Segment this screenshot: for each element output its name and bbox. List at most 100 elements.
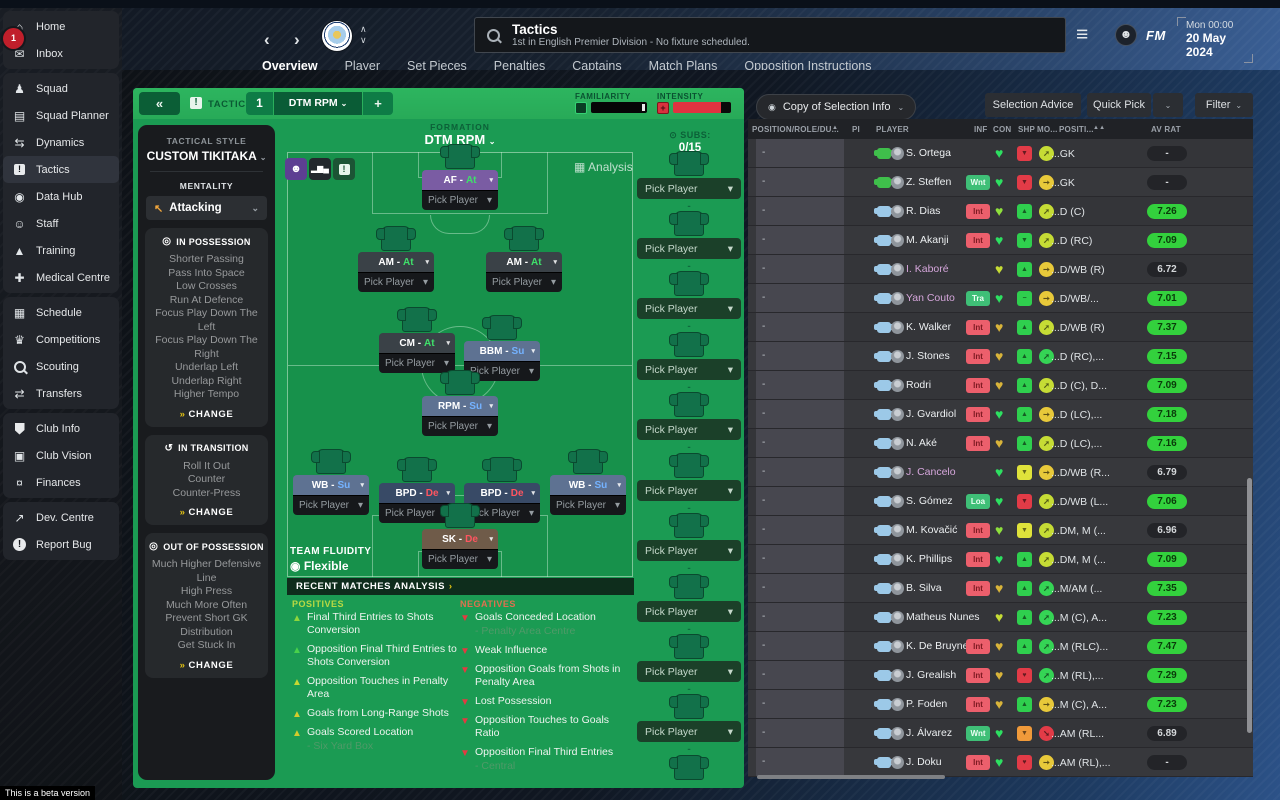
pick-player-dropdown[interactable]: Pick Player ▾: [422, 549, 498, 569]
role-chip-af-at[interactable]: AF - At ▾: [422, 170, 498, 190]
sub-pick-player-dropdown[interactable]: Pick Player ▾: [637, 178, 741, 199]
player-row-j-lvarez[interactable]: - J. Álvarez Wnt ♥ ▼ ➘ ...AM (RL... 6.89: [748, 719, 1253, 748]
tactic-preset-dropdown[interactable]: DTM RPM ⌄: [274, 92, 362, 115]
player-row-yan-couto[interactable]: - Yan Couto Tra ♥ − ➙ ...D/WB/... 7.01: [748, 284, 1253, 313]
filter-button[interactable]: Filter ⌄: [1195, 93, 1253, 117]
player-row-i-kabor[interactable]: - I. Kaboré ♥ ▲ ➙ ...D/WB (R) 6.72: [748, 255, 1253, 284]
inbox-notification-badge[interactable]: 1: [3, 28, 24, 49]
pick-player-dropdown[interactable]: Pick Player ▾: [422, 190, 498, 210]
add-tactic-button[interactable]: +: [363, 92, 393, 115]
column-header-pi[interactable]: PI: [852, 125, 860, 134]
role-chip-wb-su[interactable]: WB - Su ▾: [293, 475, 369, 495]
role-chip-bpd-de[interactable]: BPD - De ▾: [464, 483, 540, 503]
date-display[interactable]: Mon 00:00 20 May 2024: [1177, 17, 1253, 63]
pick-player-dropdown[interactable]: Pick Player ▾: [422, 416, 498, 436]
menu-icon[interactable]: ≡: [1076, 23, 1088, 47]
role-chip-bbm-su[interactable]: BBM - Su ▾: [464, 341, 540, 361]
player-row-j-grealish[interactable]: - J. Grealish Int ♥ ♥ ➚ ...M (RL),... 7.29: [748, 661, 1253, 690]
sidebar-item-data-hub[interactable]: ◉ Data Hub: [3, 183, 119, 210]
pick-player-dropdown[interactable]: Pick Player ▾: [486, 272, 562, 292]
quick-pick-button[interactable]: Quick Pick: [1087, 93, 1151, 117]
role-chip-am-at[interactable]: AM - At ▾: [358, 252, 434, 272]
player-row-z-steffen[interactable]: - Z. Steffen Wnt ♥ ▼ ➙ ...GK -: [748, 168, 1253, 197]
column-header-inf[interactable]: INF: [974, 125, 988, 134]
sub-pick-player-dropdown[interactable]: Pick Player ▾: [637, 661, 741, 682]
pick-player-dropdown[interactable]: Pick Player ▾: [379, 353, 455, 373]
sub-pick-player-dropdown[interactable]: Pick Player ▾: [637, 721, 741, 742]
sub-pick-player-dropdown[interactable]: Pick Player ▾: [637, 359, 741, 380]
player-row-r-dias[interactable]: - R. Dias Int ♥ ▲ ➚ ...D (C) 7.26: [748, 197, 1253, 226]
back-button[interactable]: ‹: [264, 30, 270, 50]
player-row-b-silva[interactable]: - B. Silva Int ♥ ▲ ➚ ...M/AM (... 7.35: [748, 574, 1253, 603]
sidebar-item-staff[interactable]: ☺ Staff: [3, 210, 119, 237]
player-row-s-g-mez[interactable]: - S. Gómez Loa ♥ ▼ ➚ ...D/WB (L... 7.06: [748, 487, 1253, 516]
column-header-av-rat[interactable]: AV RAT: [1151, 125, 1181, 134]
sidebar-item-training[interactable]: ▲ Training: [3, 237, 119, 264]
tactics-view-button[interactable]: !: [333, 158, 355, 180]
player-row-j-stones[interactable]: - J. Stones Int ♥ ▲ ➚ ...D (RC),... 7.15: [748, 342, 1253, 371]
column-header-shp[interactable]: SHP: [1018, 125, 1035, 134]
column-header-mo[interactable]: MO...: [1037, 125, 1058, 134]
sidebar-item-transfers[interactable]: ⇄ Transfers: [3, 380, 119, 407]
pick-player-dropdown[interactable]: Pick Player ▾: [358, 272, 434, 292]
sidebar-item-tactics[interactable]: ! Tactics: [3, 156, 119, 183]
sidebar-item-club-info[interactable]: Club Info: [3, 415, 119, 442]
role-chip-rpm-su[interactable]: RPM - Su ▾: [422, 396, 498, 416]
role-chip-cm-at[interactable]: CM - At ▾: [379, 333, 455, 353]
sidebar-item-report-bug[interactable]: ! Report Bug: [3, 531, 119, 558]
club-switch-chevrons[interactable]: ∧ ∨: [360, 24, 367, 46]
mentality-dropdown[interactable]: ↖ Attacking ⌄: [146, 196, 267, 220]
column-header-con[interactable]: CON: [993, 125, 1011, 134]
sidebar-item-club-vision[interactable]: ▣ Club Vision: [3, 442, 119, 469]
player-row-j-cancelo[interactable]: - J. Cancelo ♥ ▼ ➙ ...D/WB (R... 6.79: [748, 458, 1253, 487]
sidebar-item-squad[interactable]: ♟ Squad: [3, 75, 119, 102]
sub-pick-player-dropdown[interactable]: Pick Player ▾: [637, 540, 741, 561]
column-header-positi[interactable]: POSITI...: [1059, 125, 1094, 134]
tactical-style-dropdown[interactable]: CUSTOM TIKITAKA ⌄: [142, 149, 271, 163]
change-button[interactable]: » CHANGE: [148, 660, 265, 671]
recent-matches-analysis-header[interactable]: RECENT MATCHES ANALYSIS ›: [287, 578, 634, 595]
role-chip-am-at[interactable]: AM - At ▾: [486, 252, 562, 272]
sidebar-item-competitions[interactable]: ♛ Competitions: [3, 326, 119, 353]
sub-pick-player-dropdown[interactable]: Pick Player ▾: [637, 601, 741, 622]
sidebar-item-medical-centre[interactable]: ✚ Medical Centre: [3, 264, 119, 291]
player-row-s-ortega[interactable]: - S. Ortega ♥ ▼ ➚ ...GK -: [748, 139, 1253, 168]
player-row-p-foden[interactable]: - P. Foden Int ♥ ▲ ➙ ...M (C), A... 7.23: [748, 690, 1253, 719]
tactic-slot-1[interactable]: 1: [246, 92, 273, 115]
squad-table-header[interactable]: POSITION/ROLE/DU... PI PLAYER INF CON SHP MO..…: [748, 119, 1253, 139]
player-view-button[interactable]: ☻: [285, 158, 307, 180]
player-row-j-doku[interactable]: - J. Doku Int ♥ ♥ ➙ ...AM (RL),... -: [748, 748, 1253, 777]
player-row-j-gvardiol[interactable]: - J. Gvardiol Int ♥ ▲ ➙ ...D (LC),... 7.18: [748, 400, 1253, 429]
sidebar-item-squad-planner[interactable]: ▤ Squad Planner: [3, 102, 119, 129]
forward-button[interactable]: ›: [294, 30, 300, 50]
sidebar-item-finances[interactable]: ¤ Finances: [3, 469, 119, 496]
player-row-n-ak[interactable]: - N. Aké Int ♥ ▲ ➚ ...D (LC),... 7.16: [748, 429, 1253, 458]
sub-pick-player-dropdown[interactable]: Pick Player ▾: [637, 238, 741, 259]
pick-player-dropdown[interactable]: Pick Player ▾: [293, 495, 369, 515]
column-header-player[interactable]: PLAYER: [876, 125, 909, 134]
player-row-k-phillips[interactable]: - K. Phillips Int ♥ ▲ ➚ ...DM, M (... 7.09: [748, 545, 1253, 574]
analysis-toggle[interactable]: ▦ Analysis: [574, 160, 633, 174]
role-chip-sk-de[interactable]: SK - De ▾: [422, 529, 498, 549]
sidebar-item-dynamics[interactable]: ⇆ Dynamics: [3, 129, 119, 156]
club-badge[interactable]: [322, 21, 352, 51]
column-header-position-role-du[interactable]: POSITION/ROLE/DU...: [752, 125, 839, 134]
sidebar-item-scouting[interactable]: Scouting: [3, 353, 119, 380]
player-row-m-kova-i[interactable]: - M. Kovačić Int ♥ ▼ ➚ ...DM, M (... 6.96: [748, 516, 1253, 545]
sidebar-item-schedule[interactable]: ▦ Schedule: [3, 299, 119, 326]
role-chip-wb-su[interactable]: WB - Su ▾: [550, 475, 626, 495]
player-row-k-de-bruyne[interactable]: - K. De Bruyne Int ♥ ▲ ➚ ...M (RLC)... 7.47: [748, 632, 1253, 661]
fm-globe-icon[interactable]: ☻: [1115, 24, 1137, 46]
sub-pick-player-dropdown[interactable]: Pick Player ▾: [637, 480, 741, 501]
pick-player-dropdown[interactable]: Pick Player ▾: [550, 495, 626, 515]
player-row-matheus-nunes[interactable]: - Matheus Nunes ♥ ▲ ➚ ...M (C), A... 7.23: [748, 603, 1253, 632]
sub-pick-player-dropdown[interactable]: Pick Player ▾: [637, 298, 741, 319]
quick-pick-chevron-button[interactable]: ⌄: [1153, 93, 1183, 117]
search-title-box[interactable]: Tactics 1st in English Premier Division …: [474, 17, 1066, 53]
role-chip-bpd-de[interactable]: BPD - De ▾: [379, 483, 455, 503]
sidebar-item-dev-centre[interactable]: ↗ Dev. Centre: [3, 504, 119, 531]
collapse-panel-button[interactable]: «: [139, 92, 180, 115]
player-row-k-walker[interactable]: - K. Walker Int ♥ ▲ ➚ ...D/WB (R) 7.37: [748, 313, 1253, 342]
player-row-rodri[interactable]: - Rodri Int ♥ ▲ ➚ ...D (C), D... 7.09: [748, 371, 1253, 400]
player-row-m-akanji[interactable]: - M. Akanji Int ♥ ▼ ➚ ...D (RC) 7.09: [748, 226, 1253, 255]
